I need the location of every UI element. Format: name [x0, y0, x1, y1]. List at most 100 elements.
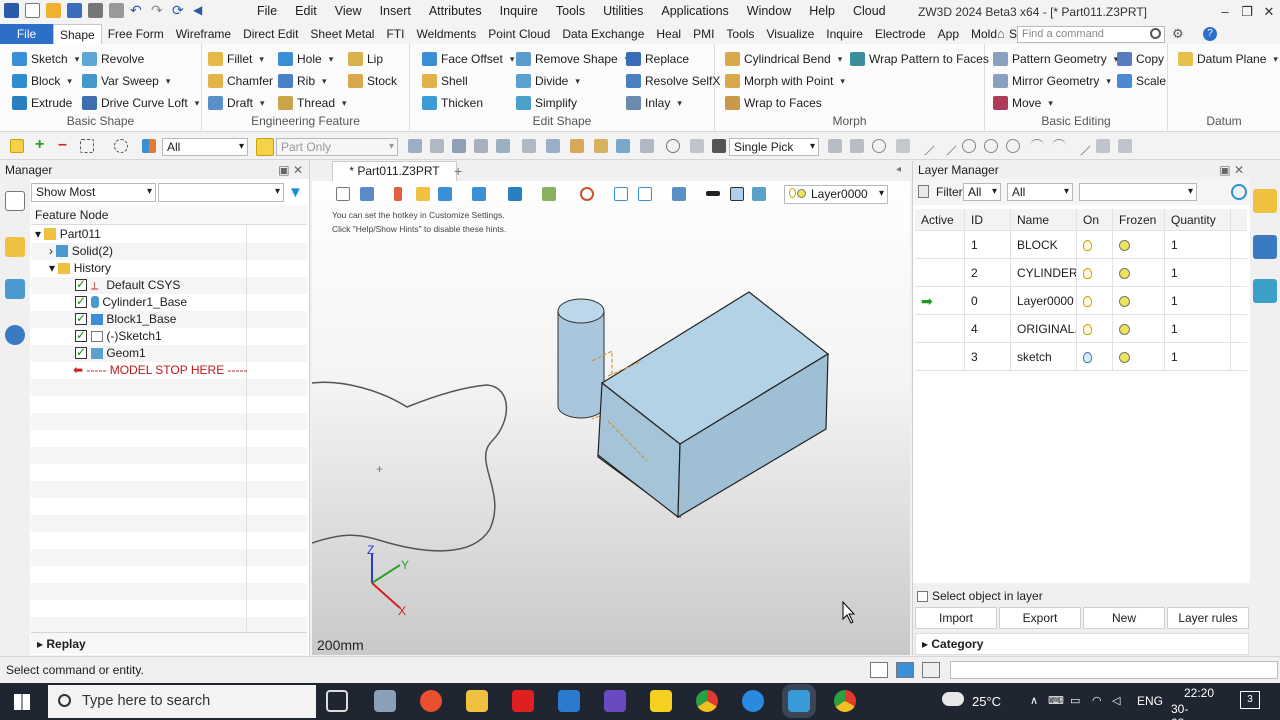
layer-frozen-toggle[interactable] — [1113, 259, 1165, 287]
tree-item-history[interactable]: ▾ History — [31, 260, 247, 277]
col-name[interactable]: Name — [1011, 209, 1077, 231]
close-button[interactable]: ✕ — [1258, 0, 1280, 24]
extrude-button[interactable]: Extrude — [12, 94, 72, 112]
layer-on-toggle[interactable] — [1077, 259, 1113, 287]
calculator-icon[interactable] — [558, 690, 580, 712]
tab-sheet-metal[interactable]: Sheet Metal — [304, 24, 380, 44]
tab-file[interactable]: File — [0, 24, 53, 44]
chrome-icon-2[interactable] — [834, 690, 856, 712]
save-icon[interactable] — [67, 3, 82, 18]
language-indicator[interactable]: ENG — [1137, 694, 1163, 708]
layer-active[interactable]: ➡ — [915, 287, 965, 315]
restore-button[interactable]: ❐ — [1236, 0, 1258, 24]
status-icon-3[interactable] — [922, 662, 940, 678]
app-icon-3[interactable] — [512, 690, 534, 712]
fillet-button[interactable]: Fillet — [208, 50, 264, 68]
layer-row[interactable]: 1 BLOCK 1 — [915, 231, 1247, 259]
lasso-select-icon[interactable] — [114, 139, 128, 153]
part-filter-icon[interactable] — [256, 138, 274, 156]
menu-edit[interactable]: Edit — [286, 4, 326, 18]
temperature[interactable]: 25°C — [972, 694, 1001, 709]
file-explorer-icon[interactable] — [466, 690, 488, 712]
tool-icon-20[interactable] — [1118, 139, 1132, 153]
revolve-button[interactable]: Revolve — [82, 50, 144, 68]
tab-pmi[interactable]: PMI — [687, 24, 720, 44]
draft-button[interactable]: Draft — [208, 94, 265, 112]
show-mode-select[interactable]: Show Most — [31, 183, 156, 202]
tree-item-cylinder[interactable]: Cylinder1_Base — [31, 293, 247, 311]
menu-insert[interactable]: Insert — [371, 4, 420, 18]
history-tree-icon[interactable] — [5, 191, 25, 211]
tool-icon-8[interactable] — [570, 139, 584, 153]
drive-curve-loft-button[interactable]: Drive Curve Loft — [82, 94, 199, 112]
zw3d-taskbar-icon[interactable] — [788, 690, 810, 712]
tree-item-sketch[interactable]: (-)Sketch1 — [31, 327, 247, 345]
wrap-to-faces-button[interactable]: Wrap to Faces — [725, 94, 822, 112]
menu-cloud[interactable]: Cloud — [844, 4, 895, 18]
redo-icon[interactable]: ↷ — [151, 3, 166, 18]
part-only-select[interactable]: Part Only — [276, 138, 398, 156]
circle-snap-icon-2[interactable] — [984, 139, 998, 153]
tree-item-geom[interactable]: Geom1 — [31, 344, 247, 362]
app-icon-1[interactable] — [374, 690, 396, 712]
wrap-pattern-button[interactable]: Wrap Pattern to Faces — [850, 50, 989, 68]
layer-row[interactable]: 2 CYLINDER 1 — [915, 259, 1247, 287]
command-input[interactable] — [950, 661, 1278, 679]
rib-button[interactable]: Rib — [278, 72, 327, 90]
back-arrow-icon[interactable]: ◀ — [193, 3, 208, 18]
tool-icon-12[interactable] — [666, 139, 680, 153]
stock-button[interactable]: Stock — [348, 72, 397, 90]
settings-icon[interactable]: ⚙ — [1172, 26, 1184, 42]
scale-button[interactable]: Scale — [1117, 72, 1166, 90]
menu-utilities[interactable]: Utilities — [594, 4, 652, 18]
tab-direct-edit[interactable]: Direct Edit — [237, 24, 304, 44]
menu-help[interactable]: Help — [800, 4, 844, 18]
remove-shape-button[interactable]: Remove Shape — [516, 50, 629, 68]
face-offset-button[interactable]: Face Offset — [422, 50, 514, 68]
tool-icon-11[interactable] — [640, 139, 654, 153]
filter-icon[interactable] — [142, 139, 156, 153]
tray-icon-1[interactable]: ⌨ — [1048, 694, 1064, 707]
layer-active[interactable] — [915, 343, 965, 371]
menu-view[interactable]: View — [326, 4, 371, 18]
folder-icon[interactable] — [1253, 189, 1277, 213]
col-active[interactable]: Active — [915, 209, 965, 231]
layer-row[interactable]: ➡ 0 Layer0000 1 — [915, 287, 1247, 315]
undo-icon[interactable]: ↶ — [130, 3, 145, 18]
mirror-geometry-button[interactable]: Mirror Geometry — [993, 72, 1111, 90]
visibility-checkbox[interactable] — [75, 327, 87, 344]
assembly-icon[interactable] — [5, 237, 25, 257]
model-geometry[interactable]: + Z Y X — [312, 161, 910, 655]
tool-icon-6[interactable] — [522, 139, 536, 153]
chrome-icon[interactable] — [696, 690, 718, 712]
select-in-layer-checkbox[interactable] — [917, 591, 928, 602]
divide-button[interactable]: Divide — [516, 72, 580, 90]
find-command-input[interactable]: Find a command — [1017, 26, 1165, 43]
tool-icon-4[interactable] — [474, 139, 488, 153]
tool-icon-1[interactable] — [408, 139, 422, 153]
tools-icon[interactable] — [1253, 235, 1277, 259]
print-icon[interactable] — [88, 3, 103, 18]
menu-tools[interactable]: Tools — [547, 4, 594, 18]
print-preview-icon[interactable] — [109, 3, 124, 18]
layer-active[interactable] — [915, 231, 965, 259]
layer-on-toggle[interactable] — [1077, 287, 1113, 315]
inlay-button[interactable]: Inlay — [626, 94, 682, 112]
view-manager-icon[interactable] — [5, 279, 25, 299]
filter-select-2[interactable]: All — [1007, 183, 1073, 201]
pattern-geometry-button[interactable]: Pattern Geometry — [993, 50, 1118, 68]
user-icon[interactable] — [5, 325, 25, 345]
tree-item-solid[interactable]: › Solid(2) — [31, 243, 247, 260]
open-folder-icon[interactable] — [46, 3, 61, 18]
datum-plane-button[interactable]: Datum Plane — [1178, 50, 1278, 68]
menu-applications[interactable]: Applications — [652, 4, 737, 18]
tool-icon-15[interactable] — [828, 139, 842, 153]
tool-icon-10[interactable] — [616, 139, 630, 153]
tool-icon-9[interactable] — [594, 139, 608, 153]
circle-snap-icon-3[interactable] — [1006, 139, 1020, 153]
app-icon-2[interactable] — [420, 690, 442, 712]
line-snap-icon[interactable] — [915, 136, 935, 156]
graphics-viewport[interactable]: * Part011.Z3PRT + ◂ Layer0000 You can se… — [312, 161, 910, 655]
tool-icon-2[interactable] — [430, 139, 444, 153]
resolve-selfx-button[interactable]: Resolve SelfX — [626, 72, 720, 90]
